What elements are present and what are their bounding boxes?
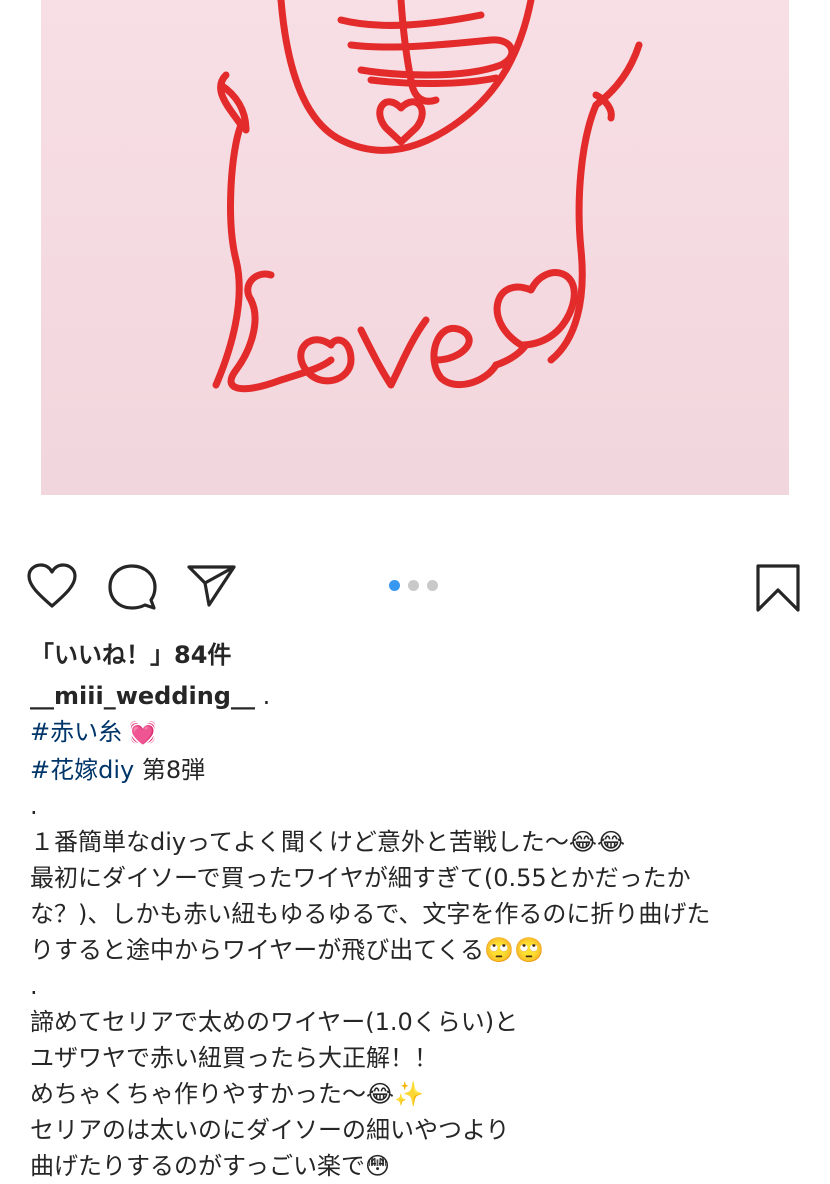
post-photo[interactable]	[41, 0, 789, 495]
hashtag-akai-ito[interactable]: #赤い糸	[30, 718, 122, 746]
likes-count[interactable]: 「いいね！」84件	[30, 635, 231, 670]
caption-line: 最初にダイソーで買ったワイヤが細すぎて(0.55とかだったか	[30, 864, 691, 892]
caption-series-label: 第8弾	[134, 756, 206, 784]
caption-username[interactable]: __miii_wedding__	[30, 682, 255, 710]
carousel-indicator	[389, 580, 438, 591]
caption-line: １番簡単なdiyってよく聞くけど意外と苦戦した〜😂😂	[30, 828, 625, 856]
caption-line: 諦めてセリアで太めのワイヤー(1.0くらい)と	[30, 1008, 519, 1036]
caption-separator: .	[30, 792, 38, 820]
carousel-dot	[408, 580, 419, 591]
post-image-area[interactable]	[0, 0, 830, 510]
comment-bubble-icon[interactable]	[107, 563, 157, 615]
caption-line: ユザワヤで赤い紐買ったら大正解！！	[30, 1044, 438, 1072]
bookmark-icon[interactable]	[755, 563, 801, 617]
caption-line: な？)、しかも赤い紐もゆるゆるで、文字を作るのに折り曲げた	[30, 900, 711, 928]
caption-line: めちゃくちゃ作りやすかった〜😂✨	[30, 1080, 424, 1108]
like-heart-icon[interactable]	[27, 563, 77, 613]
red-wire-art	[212, 0, 643, 393]
share-send-icon[interactable]	[187, 563, 237, 613]
caption-line: りすると途中からワイヤーが飛び出てくる🙄🙄	[30, 936, 544, 964]
carousel-dot	[427, 580, 438, 591]
heart-emoji: 💓	[122, 721, 157, 746]
hashtag-hanayome-diy[interactable]: #花嫁diy	[30, 756, 134, 784]
carousel-dot-active	[389, 580, 400, 591]
post-caption: __miii_wedding__ . #赤い糸 💓 #花嫁diy 第8弾 . １…	[30, 678, 810, 1184]
caption-separator: .	[30, 972, 38, 1000]
username-suffix: .	[255, 682, 271, 710]
caption-line: 曲げたりするのがすっごい楽で😳	[30, 1152, 391, 1180]
caption-line: セリアのは太いのにダイソーの細いやつより	[30, 1116, 510, 1144]
